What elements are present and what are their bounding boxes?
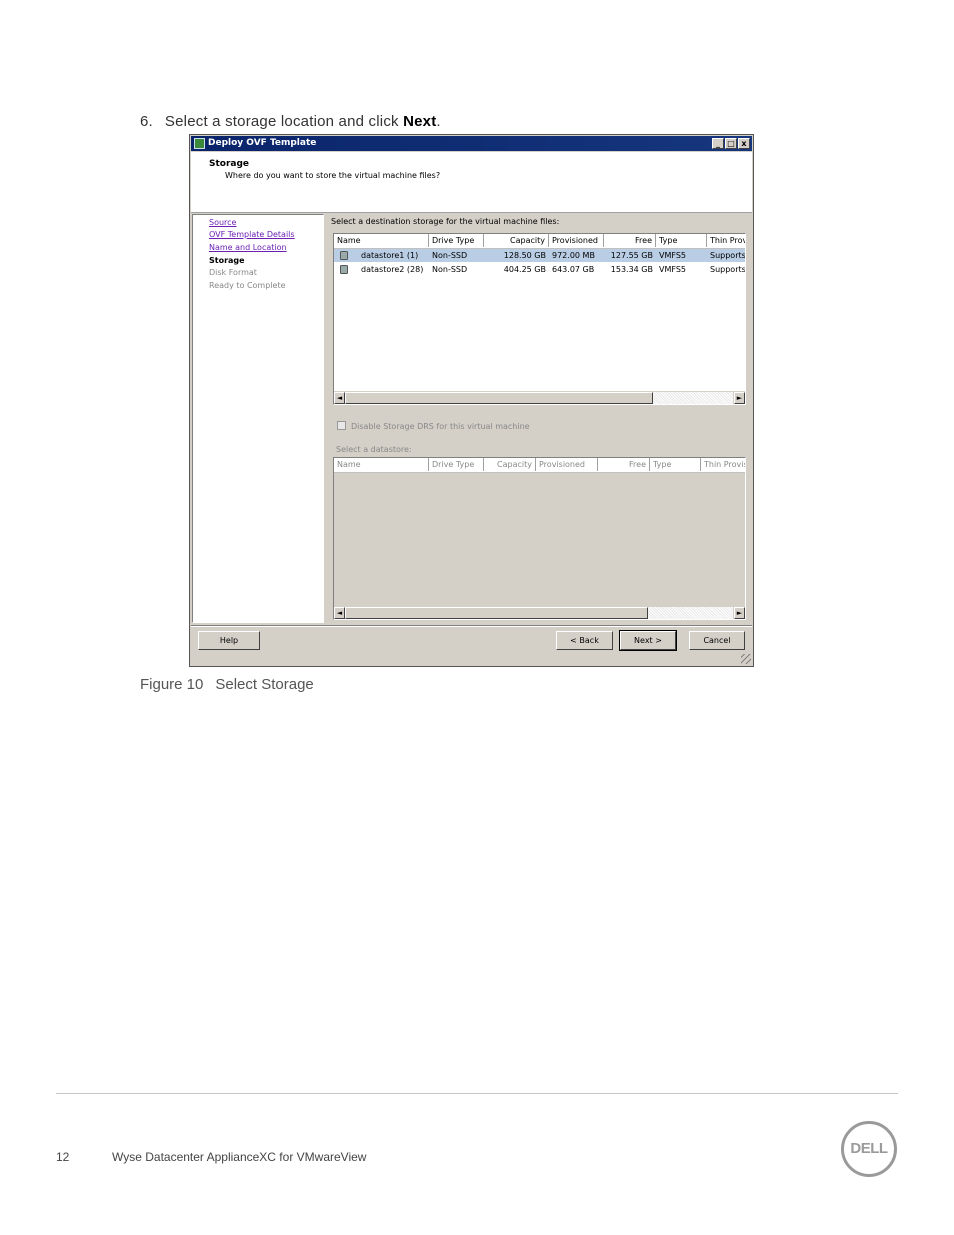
select-datastore-label: Select a datastore: [336,445,412,454]
col-drive-type[interactable]: Drive Type [429,234,484,247]
lower-scroll-left-button[interactable]: ◄ [334,607,345,619]
step-ready-to-complete: Ready to Complete [209,281,286,290]
scroll-track[interactable] [653,392,733,404]
step-bold-next: Next [403,113,437,130]
col-free[interactable]: Free [604,234,656,247]
next-button[interactable]: Next > [619,630,677,651]
lower-col-name: Name [334,458,429,471]
step-disk-format: Disk Format [209,268,257,277]
lower-horizontal-scrollbar[interactable]: ◄ ► [334,606,745,619]
cell-capacity: 128.50 GB [503,251,546,260]
back-button[interactable]: < Back [556,631,613,650]
scroll-thumb[interactable] [345,392,653,404]
dialog-title: Deploy OVF Template [208,138,317,148]
help-button[interactable]: Help [198,631,260,650]
dialog-header: Storage Where do you want to store the v… [191,152,752,213]
col-provisioned[interactable]: Provisioned [549,234,604,247]
figure-title: Select Storage [215,676,314,693]
cancel-button[interactable]: Cancel [689,631,745,650]
lower-col-drive-type: Drive Type [429,458,484,471]
lower-scroll-track[interactable] [648,607,733,619]
table-row[interactable]: datastore2 (28) Non-SSD 404.25 GB 643.07… [334,263,745,276]
scroll-right-button[interactable]: ► [734,392,745,404]
destination-storage-label: Select a destination storage for the vir… [331,217,560,226]
lower-col-capacity: Capacity [484,458,536,471]
cell-free: 127.55 GB [610,251,653,260]
resize-grip-icon[interactable] [741,654,751,664]
lower-scroll-thumb[interactable] [345,607,648,619]
close-button[interactable]: x [738,138,750,149]
lower-table-header: Name Drive Type Capacity Provisioned Fre… [334,458,745,473]
step-end: . [436,113,441,130]
lower-col-type: Type [650,458,701,471]
cell-name: datastore1 (1) [361,251,419,260]
footer-rule [56,1093,898,1094]
col-type[interactable]: Type [656,234,707,247]
cell-drive-type: Non-SSD [432,265,468,274]
cell-thin: Supports [710,265,746,274]
header-subtitle: Where do you want to store the virtual m… [225,171,441,180]
step-ovf-details-link[interactable]: OVF Template Details [209,230,295,239]
lower-col-free: Free [598,458,650,471]
dialog-titlebar[interactable]: Deploy OVF Template _ □ x [191,136,752,151]
horizontal-scrollbar[interactable]: ◄ ► [334,391,745,404]
deploy-ovf-dialog: Deploy OVF Template _ □ x Storage Where … [189,134,754,667]
cell-type: VMFS5 [659,265,687,274]
lower-scroll-right-button[interactable]: ► [734,607,745,619]
cell-free: 153.34 GB [610,265,653,274]
cell-name: datastore2 (28) [361,265,424,274]
datastore-icon [340,251,348,260]
figure-caption: Figure 10 Select Storage [140,676,314,693]
wizard-steps-panel: Source OVF Template Details Name and Loc… [192,214,324,623]
header-title: Storage [209,159,250,169]
col-capacity[interactable]: Capacity [484,234,549,247]
cell-drive-type: Non-SSD [432,251,468,260]
instruction-step: 6. Select a storage location and click Ne… [140,113,441,130]
minimize-button[interactable]: _ [712,138,724,149]
cell-thin: Supports [710,251,746,260]
scroll-left-button[interactable]: ◄ [334,392,345,404]
datastore-table: Name Drive Type Capacity Provisioned Fre… [333,233,746,405]
app-icon [194,138,205,149]
step-text: Select a storage location and click [164,113,404,130]
cell-provisioned: 643.07 GB [552,265,595,274]
cell-capacity: 404.25 GB [503,265,546,274]
disable-sdrs-label: Disable Storage DRS for this virtual mac… [351,422,530,431]
step-number: 6. [140,113,153,130]
col-thin-prov[interactable]: Thin Prov [707,234,745,247]
figure-number: Figure 10 [140,676,204,693]
datastore-icon [340,265,348,274]
table-header: Name Drive Type Capacity Provisioned Fre… [334,234,745,249]
step-source-link[interactable]: Source [209,218,236,227]
col-name[interactable]: Name [334,234,429,247]
maximize-button[interactable]: □ [725,138,737,149]
datastore-selection-table: Name Drive Type Capacity Provisioned Fre… [333,457,746,620]
cell-provisioned: 972.00 MB [552,251,595,260]
table-row[interactable]: datastore1 (1) Non-SSD 128.50 GB 972.00 … [334,249,745,262]
disable-sdrs-checkbox[interactable] [337,421,346,430]
dell-logo: DELL [841,1121,897,1177]
footer-doc-title: Wyse Datacenter ApplianceXC for VMwareVi… [112,1150,367,1164]
cell-type: VMFS5 [659,251,687,260]
page-number: 12 [56,1150,70,1164]
lower-col-provisioned: Provisioned [536,458,598,471]
lower-col-thin: Thin Provis [704,460,746,469]
step-name-location-link[interactable]: Name and Location [209,243,287,252]
button-separator [191,625,752,627]
step-storage-current: Storage [209,256,245,265]
